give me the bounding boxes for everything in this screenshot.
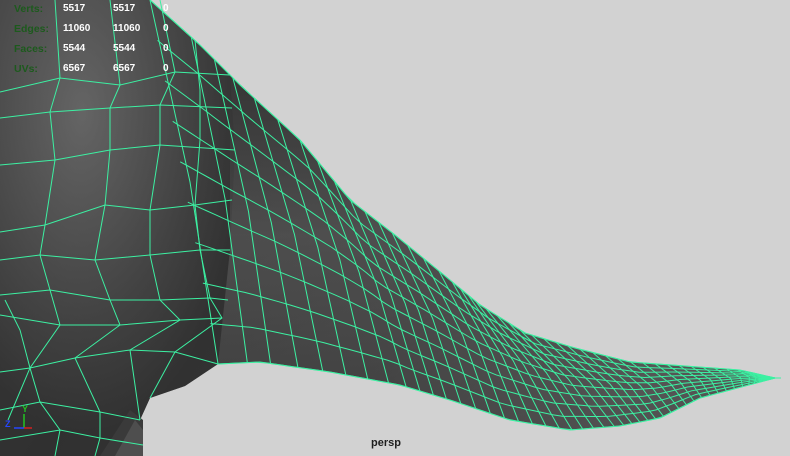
hud-edges-value-2: 11060 [113, 23, 141, 34]
persp-viewport[interactable]: Verts: 5517 5517 0 Edges: 11060 11060 0 … [0, 0, 790, 456]
camera-name-label: persp [371, 437, 401, 449]
hud-row-uvs: UVs: 6567 6567 0 [14, 62, 190, 82]
axis-y-label: Y [22, 404, 29, 414]
hud-edges-value-3: 0 [163, 23, 169, 34]
hud-uvs-value-3: 0 [163, 63, 169, 74]
hud-faces-value-1: 5544 [63, 43, 86, 54]
axis-z-label: Z [5, 419, 11, 429]
hud-faces-value-3: 0 [163, 43, 169, 54]
hud-label-faces: Faces: [14, 43, 48, 55]
hud-row-faces: Faces: 5544 5544 0 [14, 42, 190, 62]
hud-edges-value-1: 11060 [63, 23, 91, 34]
hud-uvs-value-2: 6567 [113, 63, 136, 74]
hud-row-edges: Edges: 11060 11060 0 [14, 22, 190, 42]
hud-label-verts: Verts: [14, 3, 44, 15]
hud-row-verts: Verts: 5517 5517 0 [14, 2, 190, 22]
hud-label-uvs: UVs: [14, 63, 38, 75]
hud-verts-value-3: 0 [163, 3, 169, 14]
heads-up-display: Verts: 5517 5517 0 Edges: 11060 11060 0 … [14, 2, 190, 82]
hud-uvs-value-1: 6567 [63, 63, 86, 74]
neck-surface [218, 75, 775, 430]
xyz-axis-gizmo-icon: Y Z [4, 404, 34, 434]
hud-label-edges: Edges: [14, 23, 50, 35]
hud-faces-value-2: 5544 [113, 43, 136, 54]
hud-verts-value-1: 5517 [63, 3, 86, 14]
hud-verts-value-2: 5517 [113, 3, 136, 14]
